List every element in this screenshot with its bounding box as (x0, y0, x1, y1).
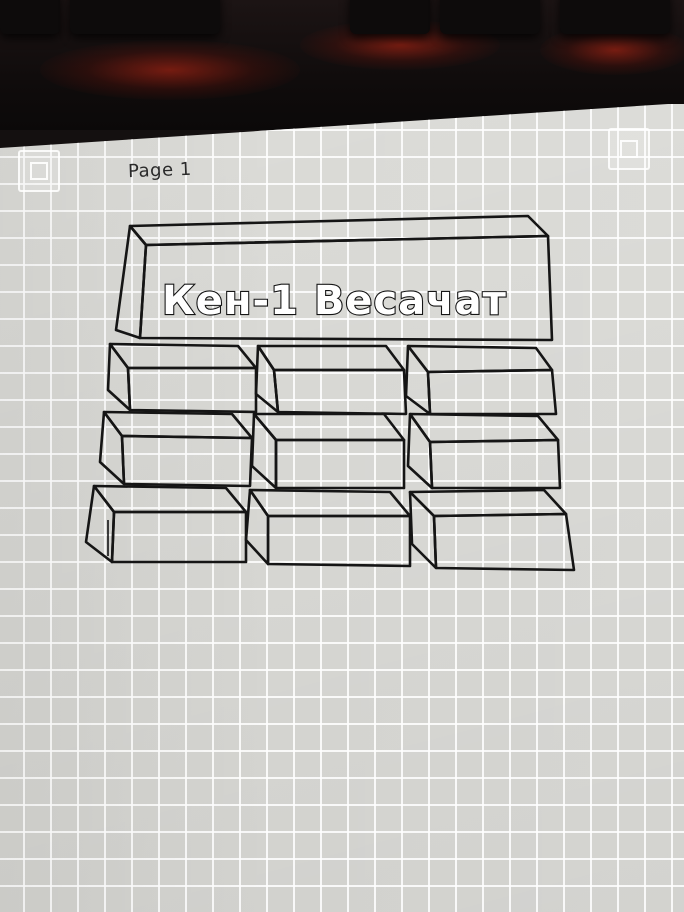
block-row-2 (98, 410, 562, 490)
brick-r3c2 (244, 488, 412, 568)
brick-r1c3 (404, 344, 558, 416)
banner-block: Кен-1 Весачат (114, 214, 554, 342)
block-row-3 (84, 484, 576, 572)
brick-r2c2 (250, 412, 406, 490)
sketch-drawing: Кен-1 Весачат (84, 214, 576, 572)
brick-r1c2 (254, 344, 408, 416)
block-row-1 (106, 342, 558, 416)
brick-r3c3 (408, 488, 576, 572)
brick-r2c1 (98, 410, 254, 488)
banner-title: Кен-1 Весачат (162, 278, 507, 324)
brick-r1c1 (106, 342, 258, 414)
brick-r3c1 (84, 484, 248, 564)
brick-r2c3 (406, 412, 562, 490)
